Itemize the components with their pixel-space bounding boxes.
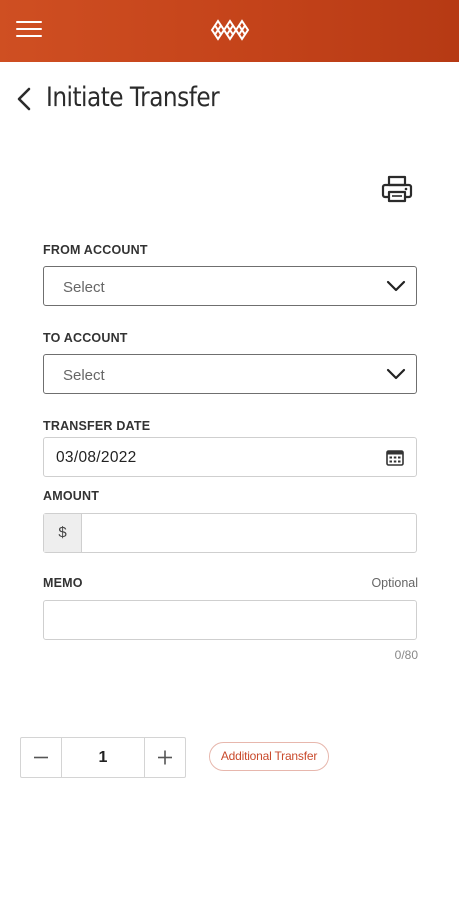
chevron-down-icon	[386, 368, 406, 380]
page-title: Initiate Transfer	[46, 82, 220, 113]
minus-icon	[34, 756, 48, 759]
chevron-left-icon[interactable]	[14, 84, 36, 114]
currency-symbol: $	[44, 514, 82, 552]
printer-icon[interactable]	[380, 174, 414, 204]
page-header: Initiate Transfer	[0, 80, 459, 120]
from-account-value: Select	[63, 279, 105, 296]
memo-character-counter: 0/80	[394, 648, 418, 662]
from-account-select[interactable]: Select	[43, 266, 417, 306]
to-account-value: Select	[63, 367, 105, 384]
calendar-icon[interactable]	[386, 450, 404, 466]
increment-button[interactable]	[144, 738, 185, 777]
memo-field	[43, 600, 417, 640]
plus-icon	[158, 750, 172, 765]
transfer-count-stepper: 1	[20, 737, 186, 778]
transfer-count-value[interactable]: 1	[63, 738, 143, 777]
amount-label: AMOUNT	[43, 489, 100, 503]
transfer-date-value: 03/08/2022	[56, 449, 137, 466]
from-account-label: FROM ACCOUNT	[43, 243, 148, 257]
additional-transfer-button[interactable]: Additional Transfer	[209, 742, 329, 771]
decrement-button[interactable]	[21, 738, 62, 777]
amount-input[interactable]	[83, 514, 416, 552]
hamburger-menu-icon[interactable]	[14, 19, 46, 43]
transfer-date-field[interactable]: 03/08/2022	[43, 437, 417, 477]
memo-optional-label: Optional	[371, 576, 418, 590]
memo-label: MEMO	[43, 576, 83, 590]
amount-field: $	[43, 513, 417, 553]
brand-logo-icon	[210, 19, 250, 41]
to-account-label: TO ACCOUNT	[43, 331, 128, 345]
transfer-date-label: TRANSFER DATE	[43, 419, 151, 433]
app-header	[0, 0, 459, 62]
to-account-select[interactable]: Select	[43, 354, 417, 394]
chevron-down-icon	[386, 280, 406, 292]
memo-input[interactable]	[44, 601, 416, 639]
